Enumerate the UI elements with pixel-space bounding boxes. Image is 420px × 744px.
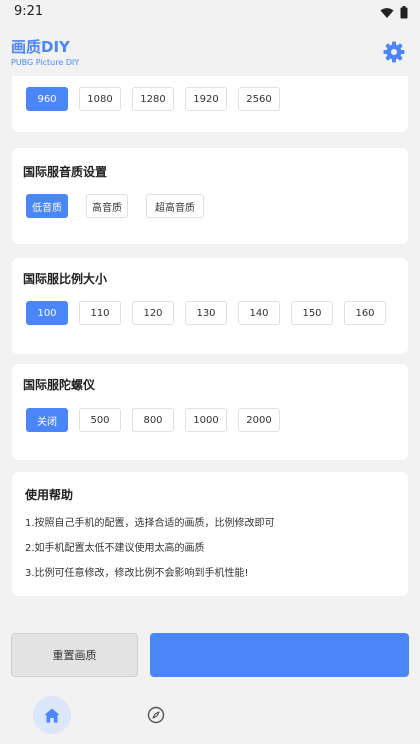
app-subtitle: PUBG Picture DIY (11, 58, 80, 67)
resolution-card: 960 1080 1280 1920 2560 (12, 76, 408, 132)
status-time: 9:21 (14, 4, 44, 19)
gyroscope-option[interactable]: 2000 (238, 408, 280, 432)
gyroscope-option[interactable]: 1000 (185, 408, 227, 432)
scale-option[interactable]: 140 (238, 301, 280, 325)
app-header: 画质DIY PUBG Picture DIY (0, 26, 420, 76)
resolution-option[interactable]: 2560 (238, 87, 280, 111)
resolution-option[interactable]: 1280 (132, 87, 174, 111)
scale-option[interactable]: 130 (185, 301, 227, 325)
gyroscope-option[interactable]: 800 (132, 408, 174, 432)
sound-quality-options: 低音质 高音质 超高音质 (26, 194, 204, 218)
scale-option[interactable]: 160 (344, 301, 386, 325)
sound-quality-option[interactable]: 低音质 (26, 194, 68, 218)
scale-card: 国际服比例大小 100 110 120 130 140 150 160 (12, 258, 408, 354)
settings-button[interactable] (382, 40, 406, 64)
gyroscope-card: 国际服陀螺仪 关闭 500 800 1000 2000 (12, 364, 408, 460)
gyroscope-title: 国际服陀螺仪 (23, 378, 96, 392)
gyroscope-options: 关闭 500 800 1000 2000 (26, 408, 280, 432)
status-bar: 9:21 (0, 0, 420, 26)
help-line: 3.比例可任意修改，修改比例不会影响到手机性能! (25, 568, 249, 579)
help-card: 使用帮助 1.按照自己手机的配置，选择合适的画质，比例修改即可 2.如手机配置太… (12, 472, 408, 596)
battery-icon (400, 6, 408, 19)
sound-quality-title: 国际服音质设置 (23, 165, 108, 179)
resolution-option[interactable]: 960 (26, 87, 68, 111)
nav-explore[interactable] (145, 704, 167, 726)
gyroscope-option[interactable]: 500 (79, 408, 121, 432)
gyroscope-option[interactable]: 关闭 (26, 408, 68, 432)
status-icons (380, 6, 408, 19)
home-icon (44, 708, 60, 722)
scale-options: 100 110 120 130 140 150 160 (26, 301, 386, 325)
bottom-nav (0, 694, 420, 744)
settings-scroll-area[interactable]: 960 1080 1280 1920 2560 国际服音质设置 低音质 高音质 … (0, 76, 420, 624)
resolution-option[interactable]: 1920 (185, 87, 227, 111)
app-title: 画质DIY (11, 38, 70, 56)
resolution-option[interactable]: 1080 (79, 87, 121, 111)
gear-icon (383, 41, 405, 63)
compass-icon (147, 706, 165, 724)
apply-button[interactable] (150, 633, 409, 677)
sound-quality-option[interactable]: 高音质 (86, 194, 128, 218)
sound-quality-option[interactable]: 超高音质 (146, 194, 204, 218)
scale-option[interactable]: 110 (79, 301, 121, 325)
scale-option[interactable]: 100 (26, 301, 68, 325)
scale-option[interactable]: 150 (291, 301, 333, 325)
help-line: 2.如手机配置太低不建议使用太高的画质 (25, 543, 205, 554)
scale-title: 国际服比例大小 (23, 272, 108, 286)
scale-option[interactable]: 120 (132, 301, 174, 325)
wifi-icon (380, 7, 394, 18)
help-line: 1.按照自己手机的配置，选择合适的画质，比例修改即可 (25, 518, 275, 529)
bottom-actions: 重置画质 (0, 624, 420, 694)
help-title: 使用帮助 (25, 488, 74, 502)
sound-quality-card: 国际服音质设置 低音质 高音质 超高音质 (12, 148, 408, 244)
reset-quality-button[interactable]: 重置画质 (11, 633, 138, 677)
resolution-options: 960 1080 1280 1920 2560 (26, 87, 280, 111)
nav-home[interactable] (33, 696, 71, 734)
